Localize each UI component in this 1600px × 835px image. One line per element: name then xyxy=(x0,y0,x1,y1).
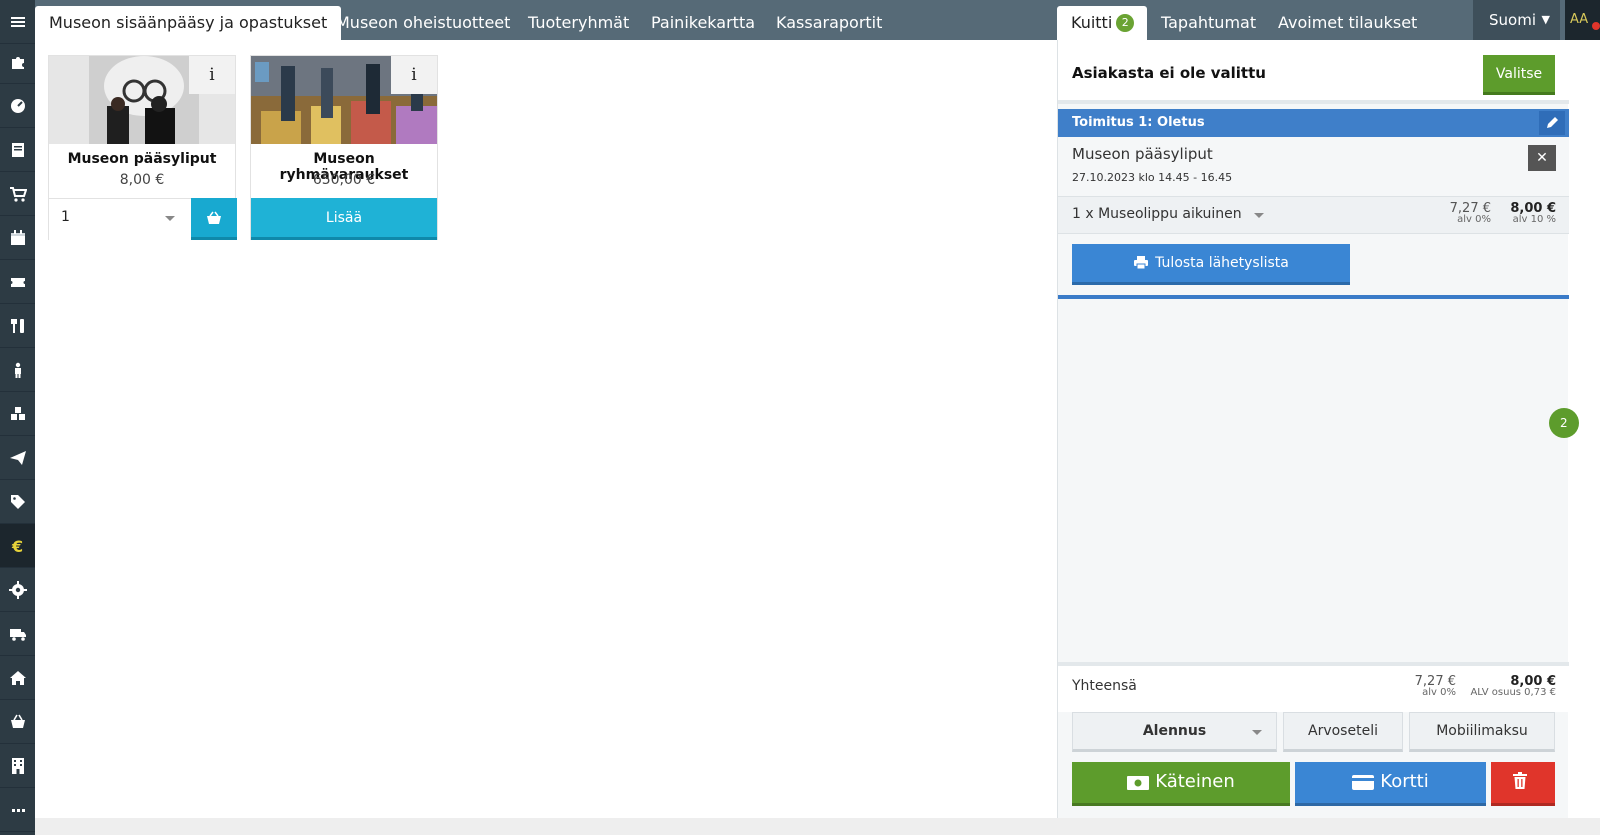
product-price: 8,00 € xyxy=(119,172,165,188)
menu-icon[interactable] xyxy=(0,0,35,44)
total-net-amount: 7,27 € alv 0% xyxy=(1398,674,1456,698)
section-divider xyxy=(1058,295,1569,299)
line-gross-amount: 8,00 € alv 10 % xyxy=(1498,201,1556,225)
credit-card-icon xyxy=(1352,775,1375,790)
basket-icon xyxy=(207,211,221,224)
puzzle-icon[interactable] xyxy=(0,40,35,84)
mobile-payment-button[interactable]: Mobiilimaksu xyxy=(1409,712,1555,752)
language-select[interactable]: Suomi ▼ xyxy=(1473,0,1560,40)
product-name: Museon pääsyliput xyxy=(67,151,217,167)
close-icon: ✕ xyxy=(1536,150,1548,166)
tab-product-groups[interactable]: Tuoteryhmät xyxy=(514,6,643,40)
remove-line-button[interactable]: ✕ xyxy=(1528,145,1556,171)
voucher-button[interactable]: Arvoseteli xyxy=(1283,712,1403,752)
basket-icon[interactable] xyxy=(0,700,35,744)
receipt-count-floating-badge[interactable]: 2 xyxy=(1549,408,1579,438)
book-icon[interactable] xyxy=(0,128,35,172)
top-navigation: Museon sisäänpääsy ja opastukset Museon … xyxy=(35,0,1600,40)
tab-button-map[interactable]: Painikekartta xyxy=(637,6,769,40)
chevron-down-icon: ▼ xyxy=(1541,13,1550,26)
cart-icon[interactable] xyxy=(0,172,35,216)
cubes-icon[interactable] xyxy=(0,392,35,436)
printer-icon xyxy=(1134,256,1149,270)
card-label: Kortti xyxy=(1380,771,1429,792)
total-net-vat: alv 0% xyxy=(1422,687,1456,698)
cash-label: Käteinen xyxy=(1155,771,1235,792)
line-net-amount: 7,27 € alv 0% xyxy=(1438,201,1491,225)
user-initials: AA xyxy=(1570,12,1589,27)
trash-icon xyxy=(1513,772,1527,789)
dashboard-icon[interactable] xyxy=(0,84,35,128)
delete-receipt-button[interactable] xyxy=(1491,762,1555,806)
delivery-header: Toimitus 1: Oletus xyxy=(1058,109,1569,137)
delivery-label: Toimitus 1: Oletus xyxy=(1072,115,1205,130)
truck-icon[interactable] xyxy=(0,612,35,656)
money-icon xyxy=(1127,776,1150,790)
product-price: 650,00 € xyxy=(312,172,376,188)
total-gross-amount: 8,00 € ALV osuus 0,73 € xyxy=(1453,674,1556,698)
tab-receipt-label: Kuitti xyxy=(1071,13,1113,32)
home-icon[interactable] xyxy=(0,656,35,700)
sidebar: € xyxy=(0,0,35,835)
ticket-icon[interactable] xyxy=(0,260,35,304)
card-payment-button[interactable]: Kortti xyxy=(1295,762,1486,806)
tag-icon[interactable] xyxy=(0,480,35,524)
language-label: Suomi xyxy=(1489,11,1536,29)
product-info-button[interactable]: i xyxy=(189,56,235,94)
net-vat: alv 0% xyxy=(1457,214,1491,225)
receipt-count-badge: 2 xyxy=(1116,14,1135,32)
discount-label: Alennus xyxy=(1142,723,1207,739)
customer-section: Asiakasta ei ole valittu Valitse xyxy=(1058,40,1569,104)
total-label: Yhteensä xyxy=(1072,678,1137,694)
building-icon[interactable] xyxy=(0,744,35,788)
paper-plane-icon[interactable] xyxy=(0,436,35,480)
pencil-icon xyxy=(1547,117,1558,128)
tab-events[interactable]: Tapahtumat xyxy=(1147,6,1270,40)
caret-down-icon xyxy=(1252,730,1262,735)
product-card-admission[interactable]: i Museon pääsyliput 8,00 € 1 xyxy=(48,55,237,240)
quantity-select[interactable]: 1 xyxy=(49,198,191,240)
tab-open-orders[interactable]: Avoimet tilaukset xyxy=(1264,6,1431,40)
receipt-line-header: Museon pääsyliput 27.10.2023 klo 14.45 -… xyxy=(1058,137,1569,197)
svg-text:€: € xyxy=(11,537,23,555)
customer-status: Asiakasta ei ole valittu xyxy=(1072,64,1266,82)
more-icon[interactable] xyxy=(0,788,35,832)
tab-receipt[interactable]: Kuitti 2 xyxy=(1057,6,1147,40)
discount-dropdown[interactable]: Alennus xyxy=(1072,712,1277,752)
product-info-button[interactable]: i xyxy=(391,56,437,94)
pos-app: € Museon sisäänpääsy ja opastukset Museo… xyxy=(0,0,1600,835)
receipt-line-date: 27.10.2023 klo 14.45 - 16.45 xyxy=(1072,171,1233,184)
tab-cash-reports[interactable]: Kassaraportit xyxy=(762,6,896,40)
calendar-icon[interactable] xyxy=(0,216,35,260)
select-customer-button[interactable]: Valitse xyxy=(1483,55,1555,95)
edit-delivery-button[interactable] xyxy=(1539,111,1565,135)
receipt-line-title: Museon pääsyliput xyxy=(1072,145,1213,163)
restaurant-icon[interactable] xyxy=(0,304,35,348)
tab-museum-merchandise[interactable]: Museon oheistuotteet xyxy=(322,6,524,40)
receipt-panel: Asiakasta ei ole valittu Valitse Toimitu… xyxy=(1057,40,1569,835)
add-to-cart-button[interactable] xyxy=(191,198,237,240)
caret-down-icon xyxy=(1254,213,1264,218)
cash-payment-button[interactable]: Käteinen xyxy=(1072,762,1290,806)
print-packing-list-button[interactable]: Tulosta lähetyslista xyxy=(1072,244,1350,285)
receipt-line-item[interactable]: 1 x Museolippu aikuinen 7,27 € alv 0% 8,… xyxy=(1058,197,1569,234)
notification-dot xyxy=(1592,22,1600,30)
gear-icon[interactable] xyxy=(0,568,35,612)
gross-vat: alv 10 % xyxy=(1512,214,1556,225)
product-card-group-booking[interactable]: i Museon ryhmävaraukset 650,00 € Lisää xyxy=(250,55,438,240)
person-icon[interactable] xyxy=(0,348,35,392)
euro-icon[interactable]: € xyxy=(0,524,35,568)
total-vat-share: ALV osuus 0,73 € xyxy=(1470,687,1556,698)
bottom-strip xyxy=(35,818,1600,835)
tab-museum-entry[interactable]: Museon sisäänpääsy ja opastukset xyxy=(35,6,342,40)
line-item-description: 1 x Museolippu aikuinen xyxy=(1072,206,1242,222)
quantity-value: 1 xyxy=(61,209,70,225)
user-menu[interactable]: AA xyxy=(1565,0,1600,40)
caret-down-icon xyxy=(165,216,175,221)
print-label: Tulosta lähetyslista xyxy=(1155,255,1289,271)
total-section: Yhteensä 7,27 € alv 0% 8,00 € ALV osuus … xyxy=(1058,662,1569,712)
add-button[interactable]: Lisää xyxy=(251,198,437,240)
